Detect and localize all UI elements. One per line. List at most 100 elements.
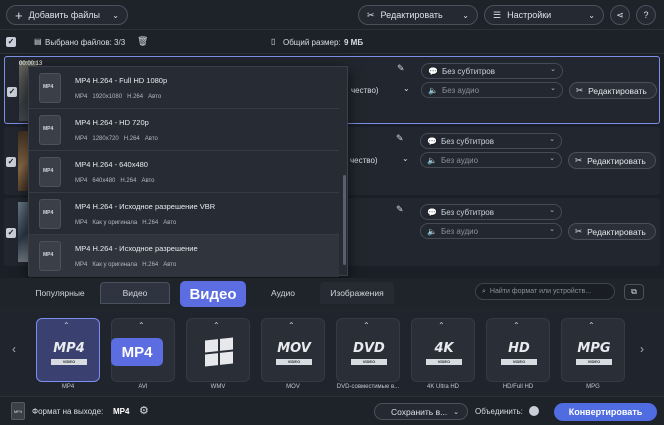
row-edit-label: Редактировать — [587, 226, 646, 237]
row-edit-label: Редактировать — [587, 155, 646, 166]
meta-resolution: 1280x720 — [92, 136, 119, 142]
tab-video[interactable]: Видео — [100, 282, 170, 304]
meta-codec: H.264 — [142, 220, 159, 226]
format-card-hd[interactable]: ⌃ HD VIDEO — [486, 318, 550, 382]
audio-value: Без аудио — [441, 85, 480, 95]
row-edit-button[interactable]: ✂ Редактировать — [569, 82, 657, 99]
help-button[interactable]: ? — [636, 5, 656, 25]
tab-popular[interactable]: Популярные — [28, 282, 92, 304]
video-file-icon: MP4 — [39, 115, 61, 145]
format-card-mpg[interactable]: ⌃ MPG VIDEO — [561, 318, 625, 382]
subtitles-select[interactable]: 💬 Без субтитров ⌄ — [420, 204, 562, 220]
preset-title: MP4 H.264 - Исходное разрешение VBR — [75, 202, 216, 211]
audio-icon: 🔈 — [427, 226, 437, 236]
meta-codec: H.264 — [123, 136, 140, 142]
subtitles-value: Без субтитров — [441, 66, 495, 76]
dvd-sublabel: VIDEO — [351, 359, 387, 365]
plus-icon: + — [15, 7, 23, 23]
audio-select[interactable]: 🔈 Без аудио ⌄ — [420, 152, 562, 168]
audio-icon: 🔈 — [427, 155, 437, 165]
edit-title-icon[interactable]: ✎ — [396, 204, 404, 215]
row-checkbox[interactable]: ✓ — [6, 228, 16, 238]
meta-container: MP4 — [75, 262, 88, 268]
save-to-label: Сохранить в... — [391, 406, 448, 417]
format-label: WMV — [210, 384, 226, 390]
preset-item[interactable]: MP4 MP4 H.264 - Исходное разрешение VBR … — [29, 193, 339, 235]
meta-bitrate: Авто — [163, 220, 177, 226]
meta-codec: H.264 — [120, 178, 137, 184]
format-card-wmv[interactable]: ⌃ — [186, 318, 250, 382]
chevron-left-icon[interactable]: ‹ — [12, 342, 16, 356]
row-edit-button[interactable]: ✂ Редактировать — [568, 223, 656, 240]
quality-label: чество) — [350, 156, 378, 165]
gear-icon[interactable]: ⚙ — [139, 404, 149, 417]
edit-button[interactable]: ✂ Редактировать ⌄ — [358, 5, 478, 25]
audio-icon: 🔈 — [428, 85, 438, 95]
video-tab-tooltip: Видео — [180, 281, 246, 307]
settings-button[interactable]: ☰ Настройки ⌄ — [484, 5, 604, 25]
chevron-down-icon[interactable]: ⌄ — [403, 84, 410, 93]
4k-sublabel: VIDEO — [426, 359, 462, 365]
select-all-checkbox[interactable]: ✓ — [6, 37, 16, 47]
save-to-button[interactable]: Сохранить в... ⌄ — [374, 403, 468, 420]
share-button[interactable]: ⋖ — [610, 5, 630, 25]
tools-icon: ✂ — [575, 155, 583, 165]
subtitles-select[interactable]: 💬 Без субтитров ⌄ — [421, 63, 563, 79]
mov-sublabel: VIDEO — [276, 359, 312, 365]
preset-meta: MP4 1280x720 H.264 Авто — [75, 136, 158, 142]
merge-toggle[interactable] — [529, 406, 539, 416]
output-format-label: Формат на выходе: — [32, 407, 104, 416]
chevron-up-icon: ⌃ — [588, 321, 595, 330]
chevron-down-icon[interactable]: ⌄ — [402, 154, 409, 163]
edit-title-icon[interactable]: ✎ — [396, 133, 404, 144]
edit-title-icon[interactable]: ✎ — [397, 63, 405, 74]
meta-container: MP4 — [75, 220, 88, 226]
chevron-up-icon: ⌃ — [513, 321, 520, 330]
preset-item[interactable]: MP4 MP4 H.264 - HD 720p MP4 1280x720 H.2… — [29, 109, 339, 151]
preset-meta: MP4 Как у оригинала H.264 Авто — [75, 262, 176, 268]
tab-audio[interactable]: Аудио — [252, 282, 314, 304]
format-card-mov[interactable]: ⌃ MOV VIDEO — [261, 318, 325, 382]
add-files-button[interactable]: + Добавить файлы ⌄ — [6, 5, 128, 25]
file-size-icon: ▯ — [271, 37, 276, 46]
preset-item[interactable]: MP4 MP4 H.264 - 640x480 MP4 640x480 H.26… — [29, 151, 339, 193]
meta-codec: H.264 — [127, 94, 144, 100]
format-label: DVD-совместимые в... — [336, 384, 400, 390]
preset-meta: MP4 640x480 H.264 Авто — [75, 178, 155, 184]
dropdown-scrollbar[interactable] — [343, 175, 346, 265]
subtitles-icon: 💬 — [428, 66, 438, 76]
tab-images[interactable]: Изображения — [320, 282, 394, 304]
format-card-dvd[interactable]: ⌃ DVD VIDEO — [336, 318, 400, 382]
subtitles-icon: 💬 — [427, 207, 437, 217]
format-search[interactable]: ⌕ Найти формат или устройств... — [475, 283, 615, 300]
chevron-down-icon: ⌄ — [549, 155, 555, 162]
convert-button[interactable]: Конвертировать — [554, 403, 657, 421]
hd-sublabel: VIDEO — [501, 359, 537, 365]
merge-label: Объединить: — [475, 407, 523, 416]
audio-select[interactable]: 🔈 Без аудио ⌄ — [421, 82, 563, 98]
total-size-label: Общий размер: — [283, 38, 341, 47]
preset-meta: MP4 1920x1080 H.264 Авто — [75, 94, 161, 100]
subtitles-value: Без субтитров — [440, 207, 494, 217]
format-card-4k[interactable]: ⌃ 4K VIDEO — [411, 318, 475, 382]
row-edit-button[interactable]: ✂ Редактировать — [568, 152, 656, 169]
add-preset-button[interactable]: ⧉ — [624, 284, 644, 300]
help-icon: ? — [643, 10, 649, 20]
output-format-value: MP4 — [113, 407, 130, 416]
search-placeholder: Найти формат или устройств... — [489, 288, 592, 295]
audio-select[interactable]: 🔈 Без аудио ⌄ — [420, 223, 562, 239]
row-checkbox[interactable]: ✓ — [6, 157, 16, 167]
format-card-mp4[interactable]: ⌃ MP4 VIDEO — [36, 318, 100, 382]
subtitles-select[interactable]: 💬 Без субтитров ⌄ — [420, 133, 562, 149]
chevron-up-icon: ⌃ — [138, 321, 145, 330]
preset-item[interactable]: MP4 MP4 H.264 - Исходное разрешение MP4 … — [29, 235, 339, 277]
chevron-right-icon[interactable]: › — [640, 342, 644, 356]
video-file-icon: MP4 — [39, 73, 61, 103]
4k-logo: 4K — [434, 341, 454, 356]
trash-icon[interactable]: 🗑 — [137, 36, 148, 47]
mp4-logo: MP4 — [53, 341, 85, 356]
preset-item[interactable]: MP4 MP4 H.264 - Full HD 1080p MP4 1920x1… — [29, 67, 339, 109]
video-file-icon: MP4 — [39, 241, 61, 271]
chevron-down-icon: ⌄ — [453, 408, 459, 416]
row-checkbox[interactable]: ✓ — [7, 87, 17, 97]
